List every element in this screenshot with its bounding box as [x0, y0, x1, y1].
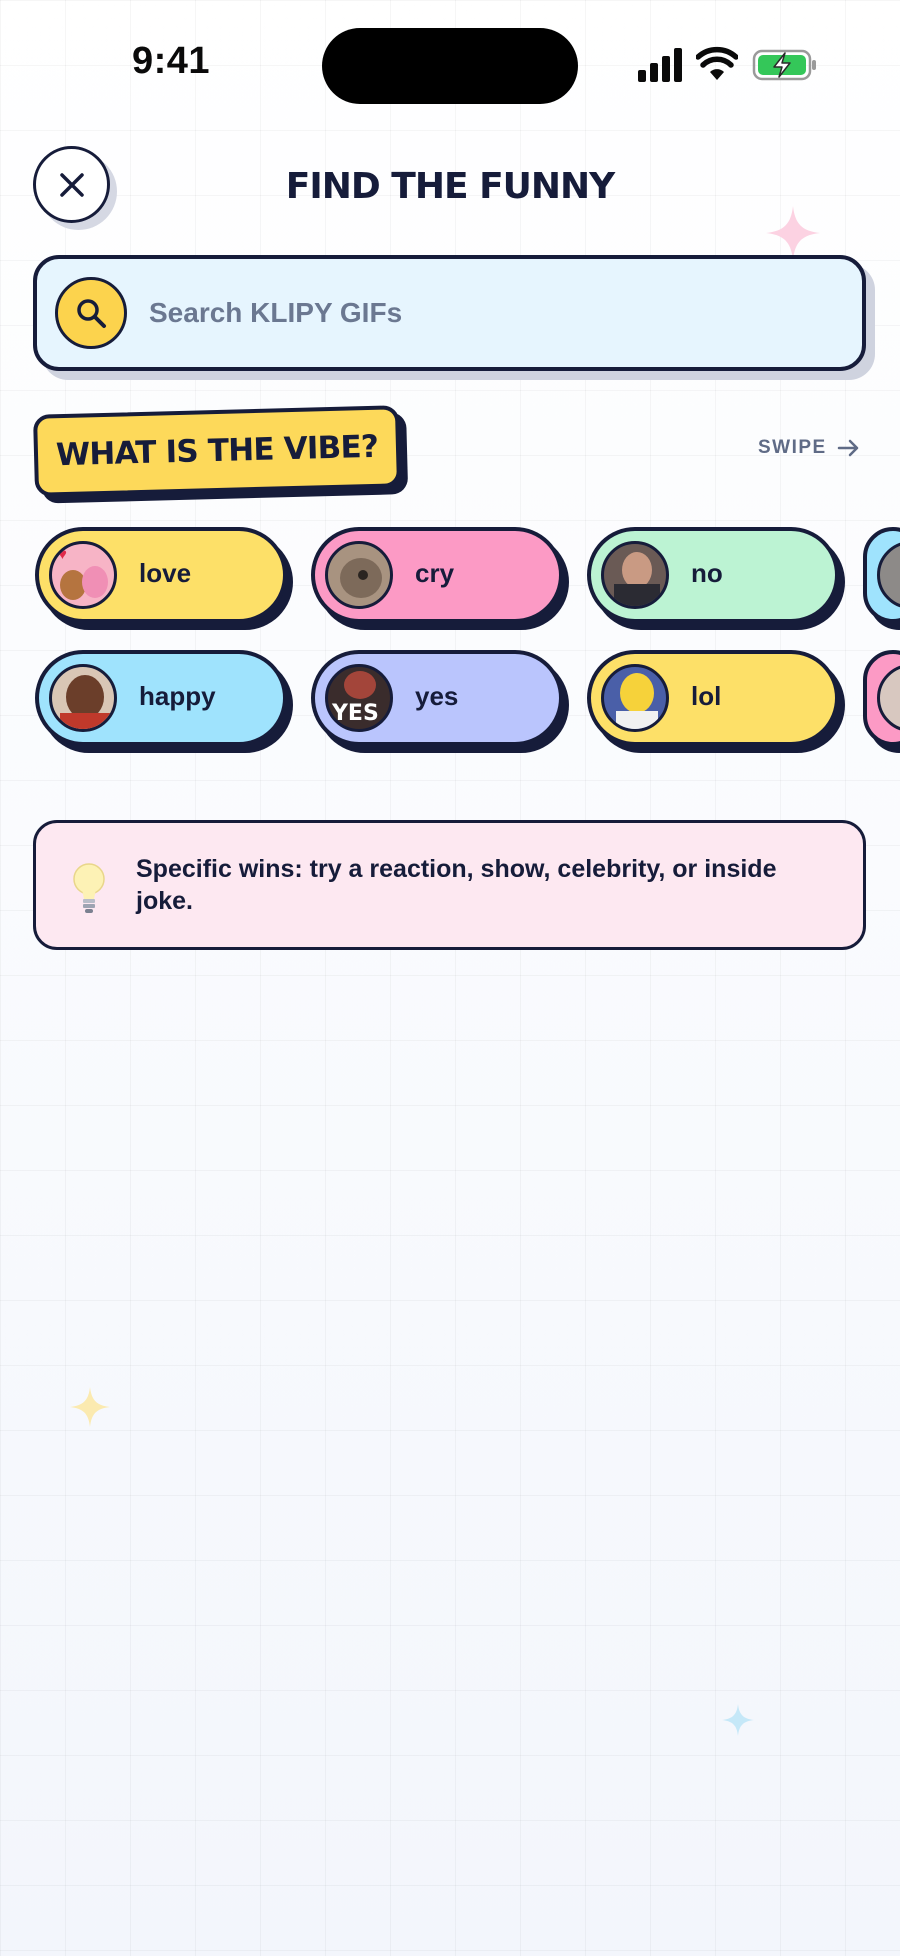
dynamic-island	[322, 28, 578, 104]
close-button[interactable]	[33, 146, 110, 223]
vibe-chip-partial[interactable]	[863, 650, 900, 746]
gif-thumbnail	[877, 664, 900, 732]
search-button[interactable]	[55, 277, 127, 349]
yes-gif-thumbnail: YES	[325, 664, 393, 732]
vibe-chip-love[interactable]: ♥ love	[35, 527, 287, 623]
vibe-chip-partial[interactable]	[863, 527, 900, 623]
no-gif-thumbnail	[601, 541, 669, 609]
search-bar[interactable]	[33, 255, 866, 371]
page-title: FIND THE FUNNY	[285, 166, 616, 207]
search-input[interactable]	[149, 281, 829, 345]
lightbulb-icon	[73, 863, 105, 913]
vibe-chip-yes[interactable]: YES yes	[311, 650, 563, 746]
cellular-signal-icon	[638, 48, 682, 82]
vibe-chip-lol[interactable]: lol	[587, 650, 839, 746]
wifi-icon	[696, 46, 738, 80]
tip-card: Specific wins: try a reaction, show, cel…	[33, 820, 866, 950]
vibe-chip-label: no	[691, 558, 723, 588]
vibe-chip-no[interactable]: no	[587, 527, 839, 623]
vibe-heading: WHAT IS THE VIBE?	[55, 428, 379, 474]
cry-gif-thumbnail	[325, 541, 393, 609]
status-time: 9:41	[132, 40, 211, 82]
vibe-chip-label: love	[139, 558, 192, 588]
arrow-right-icon	[837, 439, 858, 457]
battery-charging-icon	[752, 49, 816, 81]
search-icon	[77, 299, 106, 328]
vibe-chip-label: yes	[415, 681, 459, 711]
gif-thumbnail	[877, 541, 900, 609]
close-icon	[59, 172, 84, 197]
swipe-hint: SWIPE	[758, 437, 861, 459]
vibe-chip-cry[interactable]: cry	[311, 527, 563, 623]
sparkle-yellow-icon	[70, 1387, 110, 1427]
vibe-heading-badge: WHAT IS THE VIBE?	[32, 405, 402, 497]
vibe-chip-label: cry	[415, 558, 455, 588]
swipe-label: SWIPE	[758, 437, 827, 458]
happy-gif-thumbnail	[49, 664, 117, 732]
sparkle-blue-icon	[722, 1704, 754, 1736]
vibe-chip-happy[interactable]: happy	[35, 650, 287, 746]
lol-gif-thumbnail	[601, 664, 669, 732]
tip-text: Specific wins: try a reaction, show, cel…	[136, 855, 777, 915]
vibe-chip-label: happy	[139, 681, 216, 711]
vibe-chip-label: lol	[691, 681, 722, 711]
love-gif-thumbnail: ♥	[49, 541, 117, 609]
sparkle-pink-icon	[766, 206, 820, 260]
